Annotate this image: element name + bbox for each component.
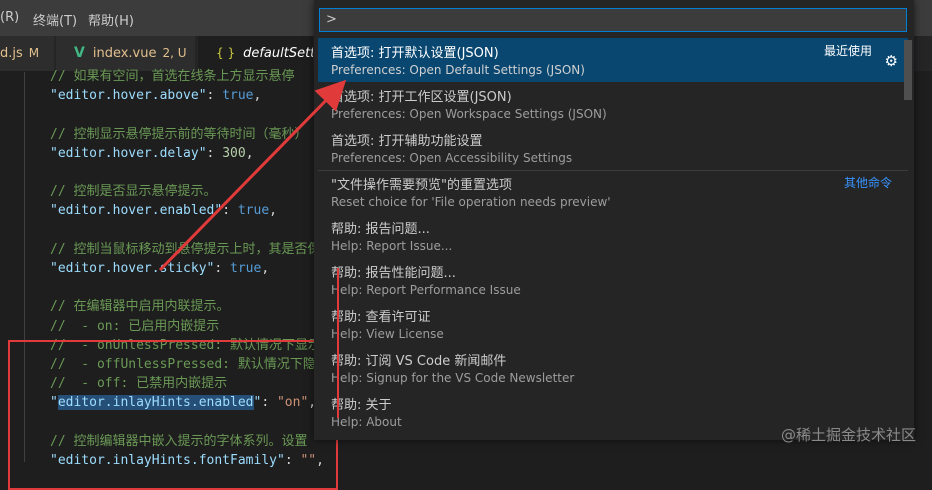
code-token: , [253, 88, 262, 104]
command-label: 帮助: 查看许可证 [331, 310, 431, 325]
code-token: 300 [222, 145, 246, 161]
menu-help[interactable]: 帮助(H) [88, 10, 134, 29]
command-item[interactable]: 帮助: 报告问题... Help: Report Issue... [318, 214, 908, 258]
command-detail: Preferences: Open Workspace Settings (JS… [331, 107, 607, 121]
code-token: // 在编辑器中启用内联提示。 [50, 299, 230, 315]
command-detail: Preferences: Open Default Settings (JSON… [331, 63, 585, 77]
code-token: "editor.hover.enabled" [50, 203, 223, 219]
command-item[interactable]: 首选项: 打开工作区设置(JSON) Preferences: Open Work… [318, 82, 908, 126]
command-group-label: 其他命令 [843, 176, 892, 190]
code-line: "editor.hover.sticky": true, [50, 259, 269, 278]
command-label: 首选项: 打开默认设置(JSON) [331, 46, 499, 61]
code-token: , [269, 203, 277, 219]
tab-djs-label: d.js [0, 46, 23, 61]
command-label: 帮助: 订阅 VS Code 新闻邮件 [331, 354, 507, 369]
code-line: // 在编辑器中启用内联提示。 [50, 297, 229, 316]
code-token: "editor.hover.above" [50, 88, 207, 104]
command-label: 帮助: 报告问题... [331, 222, 430, 237]
command-detail: Reset choice for 'File operation needs p… [331, 195, 611, 209]
menu-terminal[interactable]: 终端(T) [33, 10, 77, 29]
command-detail: Preferences: Open Accessibility Settings [331, 151, 573, 165]
tab-djs[interactable]: d.js M [0, 36, 55, 71]
code-token: : [206, 88, 223, 104]
command-group-label: 最近使用 [823, 44, 872, 58]
command-label: 帮助: 报告性能问题... [331, 266, 456, 281]
code-token: , [261, 261, 270, 276]
code-token: // 如果有空间，首选在线条上方显示悬停 [50, 69, 295, 84]
code-token: : [206, 145, 223, 161]
code-token: "editor.hover.sticky" [50, 261, 215, 276]
command-label: 首选项: 打开工作区设置(JSON) [331, 90, 512, 105]
code-line: // - on: 已启用内嵌提示 [50, 317, 219, 336]
command-item[interactable]: 帮助: 查看许可证 Help: View License [318, 302, 908, 346]
tab-default-settings[interactable]: { } defaultSetting [198, 36, 314, 71]
tab-index-vue-label: index.vue [92, 46, 157, 61]
code-token: // - on: 已启用内嵌提示 [50, 318, 220, 334]
command-item[interactable]: 帮助: 报告性能问题... Help: Report Performance Is… [318, 258, 908, 302]
command-label: 首选项: 打开辅助功能设置 [331, 134, 483, 149]
command-detail: Help: Report Performance Issue [331, 283, 521, 297]
command-detail: Help: View License [331, 327, 444, 341]
code-token: : [214, 261, 231, 276]
palette-scrollbar[interactable] [904, 40, 912, 100]
code-line: "editor.hover.above": true, [50, 86, 261, 105]
code-token: "editor.hover.delay" [50, 145, 207, 161]
code-line: // 控制是否显示悬停提示。 [50, 182, 216, 201]
command-palette: > 首选项: 打开默认设置(JSON) Preferences: Open Def… [314, 0, 914, 440]
command-label: 帮助: 关于 [331, 398, 392, 413]
code-token: : [222, 203, 238, 219]
json-file-icon: { } [216, 46, 236, 60]
tab-index-vue-status: 2, U [162, 46, 187, 60]
code-token: true [230, 261, 262, 276]
command-item[interactable]: 首选项: 打开默认设置(JSON) Preferences: Open Defau… [318, 38, 908, 82]
command-detail: Help: Report Issue... [331, 239, 453, 253]
tab-default-settings-label: defaultSetting [243, 46, 313, 61]
command-detail: Help: Signup for the VS Code Newsletter [331, 371, 575, 385]
command-input[interactable]: > [319, 8, 907, 32]
code-token: , [245, 145, 254, 161]
code-token: true [237, 203, 270, 219]
command-label: "文件操作需要预览"的重置选项 [331, 178, 512, 193]
command-item[interactable]: "文件操作需要预览"的重置选项 Reset choice for 'File op… [318, 170, 908, 214]
command-item[interactable]: 帮助: 订阅 VS Code 新闻邮件 Help: Signup for the … [318, 346, 908, 390]
menu-run[interactable]: (R) [0, 10, 19, 25]
annotation-box [8, 340, 338, 490]
code-line: // 控制显示悬停提示前的等待时间（毫秒） [50, 125, 307, 144]
code-line: "editor.hover.enabled": true, [50, 201, 277, 220]
command-item[interactable]: 首选项: 打开辅助功能设置 Preferences: Open Accessibi… [318, 126, 908, 170]
code-line: // 如果有空间，首选在线条上方显示悬停 [50, 67, 294, 86]
code-line: "editor.hover.delay": 300, [50, 144, 254, 163]
gear-icon[interactable]: ⚙ [885, 52, 898, 70]
vue-file-icon: V [74, 45, 85, 61]
code-token: true [222, 88, 254, 104]
tab-djs-status: M [28, 46, 40, 60]
code-token: // 控制显示悬停提示前的等待时间（毫秒） [50, 126, 308, 142]
command-detail: Help: About [331, 415, 402, 429]
watermark: @稀土掘金技术社区 [780, 426, 916, 444]
tab-index-vue[interactable]: Vindex.vue 2, U [56, 36, 196, 71]
code-token: // 控制是否显示悬停提示。 [50, 184, 217, 200]
